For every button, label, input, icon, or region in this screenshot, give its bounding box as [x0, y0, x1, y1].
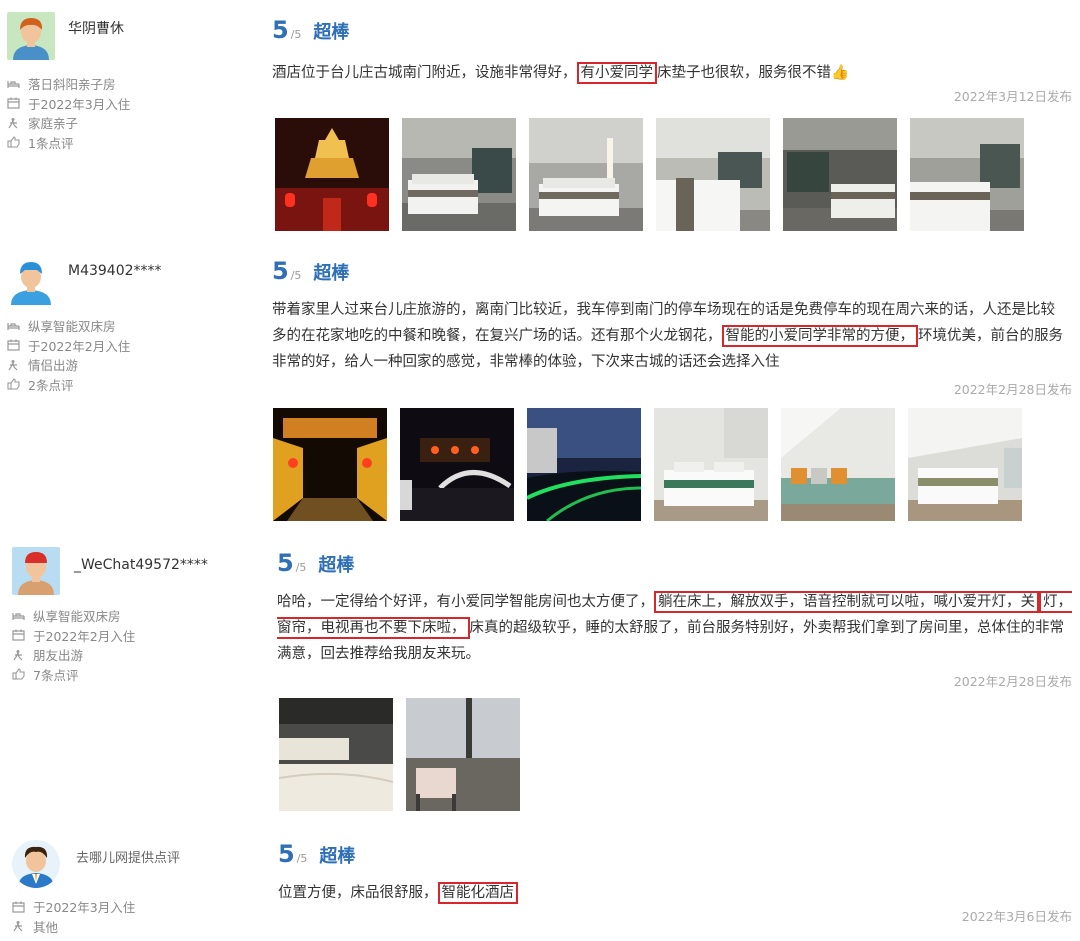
- photo-sofa-room[interactable]: [781, 408, 895, 521]
- photo-attic-room[interactable]: [908, 408, 1022, 521]
- avatar[interactable]: [7, 257, 55, 305]
- calendar-icon: [7, 339, 20, 351]
- photo-canal-night[interactable]: [527, 408, 641, 521]
- review-text: 哈哈，一定得给个好评，有小爱同学智能房间也太方便了， 躺在床上，解放双手，语音控制…: [277, 589, 1072, 667]
- photo-bridge-night[interactable]: [400, 408, 514, 521]
- photo-hotel-room-3[interactable]: [656, 118, 770, 231]
- avatar[interactable]: [12, 840, 60, 888]
- photo-gallery: [273, 408, 1022, 521]
- highlight: 智能的小爱同学非常的方便，: [721, 325, 918, 347]
- travel-icon: [7, 117, 20, 129]
- review-count: 1条点评: [7, 133, 130, 153]
- calendar-icon: [12, 629, 25, 641]
- avatar[interactable]: [12, 547, 60, 595]
- highlight: 有小爱同学: [576, 62, 657, 84]
- review-content: 5 /5 超棒 酒店位于台儿庄古城南门附近，设施非常得好， 有小爱同学 床垫子也很软…: [272, 16, 1072, 105]
- thumb-icon: [7, 136, 20, 148]
- rating: 5 /5 超棒: [272, 257, 1072, 287]
- rating-label: 超棒: [318, 555, 355, 576]
- photo-gallery: [275, 118, 1024, 231]
- photo-hotel-room-6[interactable]: [654, 408, 768, 521]
- review-text: 酒店位于台儿庄古城南门附近，设施非常得好， 有小爱同学 床垫子也很软，服务很不错👍: [272, 60, 1067, 86]
- photo-twin-beds-dark[interactable]: [279, 698, 393, 811]
- username[interactable]: 去哪儿网提供点评: [76, 847, 180, 866]
- rating-label: 超棒: [319, 846, 356, 867]
- checkin-date: 于2022年2月入住: [7, 336, 130, 356]
- photo-hotel-room-1[interactable]: [402, 118, 516, 231]
- bed-icon: [7, 320, 20, 332]
- username[interactable]: _WeChat49572****: [74, 557, 208, 573]
- avatar[interactable]: [7, 12, 55, 60]
- reviewer-meta: 纵享智能双床房 于2022年2月入住 朋友出游 7条点评: [12, 606, 135, 684]
- username[interactable]: 华阴曹休: [68, 18, 124, 38]
- photo-ancient-tower-night[interactable]: [275, 118, 389, 231]
- calendar-icon: [7, 97, 20, 109]
- rating-max: /5: [290, 28, 302, 41]
- reviewer-meta: 纵享智能双床房 于2022年2月入住 情侣出游 2条点评: [7, 316, 130, 394]
- calendar-icon: [12, 901, 25, 913]
- photo-hotel-room-2[interactable]: [529, 118, 643, 231]
- trip-type: 朋友出游: [12, 645, 135, 665]
- review-text: 位置方便，床品很舒服， 智能化酒店: [278, 880, 1073, 906]
- travel-icon: [12, 920, 25, 932]
- rating-label: 超棒: [313, 22, 350, 43]
- highlight: 智能化酒店: [437, 882, 518, 904]
- thumb-icon: [7, 378, 20, 390]
- room-type: 纵享智能双床房: [7, 316, 130, 336]
- rating-score: 5: [278, 840, 295, 868]
- rating: 5 /5 超棒: [278, 840, 1078, 870]
- trip-type: 家庭亲子: [7, 113, 130, 133]
- photo-window-chair[interactable]: [406, 698, 520, 811]
- post-date: 2022年3月12日发布: [953, 89, 1072, 104]
- rating-score: 5: [272, 257, 289, 285]
- rating-score: 5: [272, 16, 289, 44]
- review-count: 7条点评: [12, 665, 135, 685]
- review-text: 带着家里人过来台儿庄旅游的，离南门比较近，我车停到南门的停车场现在的话是免费停车…: [272, 302, 1063, 370]
- review-count: 2条点评: [7, 375, 130, 395]
- rating-max: /5: [290, 269, 302, 282]
- reviewer-meta: 于2022年3月入住 其他: [12, 897, 135, 936]
- photo-gallery: [279, 698, 520, 811]
- highlight: 躺在床上，解放双手，语音控制就可以啦，喊小爱开灯，关: [654, 591, 1039, 613]
- rating-label: 超棒: [313, 263, 350, 284]
- rating-score: 5: [277, 549, 294, 577]
- post-date: 2022年2月28日发布: [953, 674, 1072, 689]
- photo-lantern-corridor[interactable]: [273, 408, 387, 521]
- rating: 5 /5 超棒: [277, 549, 1077, 579]
- review-content: 5 /5 超棒 位置方便，床品很舒服， 智能化酒店 2022年3月6日发布: [278, 840, 1078, 925]
- room-type: 落日斜阳亲子房: [7, 74, 130, 94]
- username[interactable]: M439402****: [68, 263, 162, 279]
- review-content: 5 /5 超棒 带着家里人过来台儿庄旅游的，离南门比较近，我车停到南门的停车场现…: [272, 257, 1072, 398]
- bed-icon: [12, 610, 25, 622]
- rating-max: /5: [296, 852, 308, 865]
- rating: 5 /5 超棒: [272, 16, 1072, 46]
- post-date: 2022年2月28日发布: [953, 382, 1072, 397]
- post-date: 2022年3月6日发布: [961, 909, 1072, 924]
- checkin-date: 于2022年3月入住: [12, 897, 135, 917]
- photo-hotel-room-4[interactable]: [783, 118, 897, 231]
- bed-icon: [7, 78, 20, 90]
- thumb-icon: [12, 668, 25, 680]
- travel-icon: [12, 649, 25, 661]
- reviewer-meta: 落日斜阳亲子房 于2022年3月入住 家庭亲子 1条点评: [7, 74, 130, 152]
- photo-hotel-room-5[interactable]: [910, 118, 1024, 231]
- checkin-date: 于2022年2月入住: [12, 626, 135, 646]
- room-type: 纵享智能双床房: [12, 606, 135, 626]
- review-content: 5 /5 超棒 哈哈，一定得给个好评，有小爱同学智能房间也太方便了， 躺在床上，解…: [277, 549, 1077, 690]
- travel-icon: [7, 359, 20, 371]
- trip-type: 其他: [12, 917, 135, 937]
- checkin-date: 于2022年3月入住: [7, 94, 130, 114]
- trip-type: 情侣出游: [7, 355, 130, 375]
- rating-max: /5: [295, 561, 307, 574]
